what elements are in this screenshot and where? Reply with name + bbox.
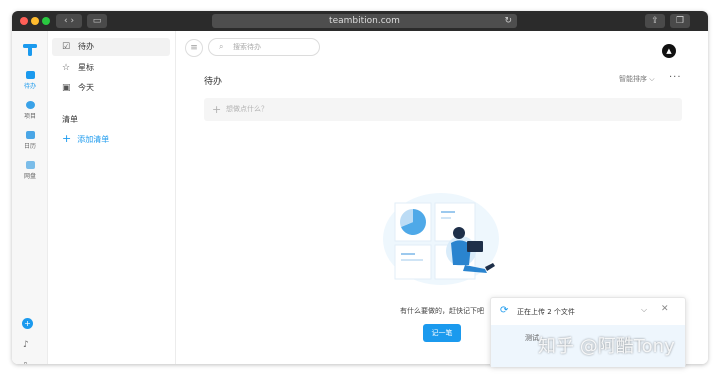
watermark-text: 知乎 @阿酷Tony	[538, 336, 675, 357]
search-icon: ⌕	[219, 42, 224, 51]
upload-title: 正在上传 2 个文件	[517, 308, 575, 316]
maximize-window-button[interactable]	[42, 17, 50, 25]
rail-item-project[interactable]: 项目	[12, 99, 48, 125]
search-icon[interactable]: ⌕	[23, 359, 28, 364]
nav-item-today[interactable]: ▣ 今天	[52, 79, 170, 97]
new-task-input[interactable]: + 想做点什么？	[204, 98, 682, 121]
plus-icon: +	[62, 132, 72, 145]
minimize-window-button[interactable]	[31, 17, 39, 25]
page-title: 待办	[204, 77, 223, 87]
rail-item-drive[interactable]: 网盘	[12, 159, 48, 185]
add-icon[interactable]: +	[22, 318, 33, 329]
close-icon[interactable]: ✕	[661, 304, 669, 314]
browser-titlebar: ‹ › ▭ teambition.com ↻ ⇪ ❐	[12, 11, 708, 31]
rail-item-label: 项目	[23, 113, 36, 120]
back-icon[interactable]: ‹	[64, 16, 68, 26]
calendar-icon	[25, 131, 35, 139]
folder-icon	[25, 161, 35, 169]
nav-item-starred[interactable]: ☆ 星标	[52, 59, 170, 77]
note-button[interactable]: 记一笔	[423, 324, 461, 342]
close-window-button[interactable]	[20, 17, 28, 25]
calendar-today-icon: ▣	[62, 83, 71, 93]
rail-item-label: 待办	[23, 83, 36, 90]
url-text: teambition.com	[329, 16, 400, 26]
stage: ‹ › ▭ teambition.com ↻ ⇪ ❐ 待办 项目 日历 网盘 +…	[0, 0, 720, 377]
address-bar[interactable]: teambition.com ↻	[212, 14, 517, 28]
forward-icon[interactable]: ›	[70, 16, 74, 26]
chevron-down-icon[interactable]: ⌵	[641, 305, 647, 315]
empty-state-illustration	[381, 181, 521, 291]
sync-icon: ⟳	[500, 305, 509, 316]
search-placeholder: 搜索待办	[233, 43, 261, 51]
reload-icon[interactable]: ↻	[504, 14, 512, 28]
nav-item-label: 待办	[78, 42, 94, 51]
menu-button[interactable]: ≡	[185, 39, 203, 57]
rail-item-todo[interactable]: 待办	[12, 69, 48, 95]
rail-item-calendar[interactable]: 日历	[12, 129, 48, 155]
checkbox-icon: ☑	[62, 42, 71, 52]
upload-file-name: 测试	[525, 334, 539, 342]
plus-icon: +	[212, 103, 222, 116]
share-icon[interactable]: ⇪	[645, 14, 665, 28]
add-list-label: 添加清单	[77, 135, 110, 144]
back-forward-buttons[interactable]: ‹ ›	[56, 14, 82, 28]
left-rail: 待办 项目 日历 网盘 + ♪ ⌕	[12, 31, 48, 364]
nav-item-todo[interactable]: ☑ 待办	[52, 38, 170, 56]
list-section-header: 清单	[62, 115, 78, 124]
nav-item-label: 星标	[78, 63, 94, 72]
rail-item-label: 网盘	[23, 173, 36, 180]
more-icon[interactable]: ···	[669, 72, 682, 83]
star-icon: ☆	[62, 63, 71, 73]
nav-item-label: 今天	[78, 83, 94, 92]
todo-icon	[25, 71, 35, 79]
new-task-placeholder: 想做点什么？	[226, 105, 268, 113]
nav-panel: ☑ 待办 ☆ 星标 ▣ 今天 清单 + 添加清单	[48, 31, 176, 364]
scroll-top-button[interactable]: ▲	[662, 44, 676, 58]
project-icon	[25, 101, 35, 109]
bell-icon[interactable]: ♪	[23, 340, 29, 350]
rail-item-label: 日历	[23, 143, 36, 150]
tabs-icon[interactable]: ❐	[670, 14, 690, 28]
sort-dropdown[interactable]: 智能排序 ⌵	[619, 74, 655, 84]
teambition-logo-icon[interactable]	[23, 41, 37, 56]
add-list-button[interactable]: + 添加清单	[62, 132, 109, 145]
sidebar-icon[interactable]: ▭	[87, 14, 107, 28]
search-input[interactable]: ⌕ 搜索待办	[208, 38, 320, 56]
